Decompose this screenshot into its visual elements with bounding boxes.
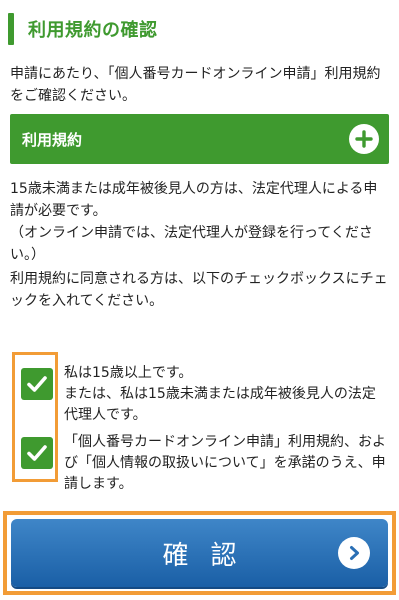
heading-accent-bar [8, 13, 14, 45]
confirm-button[interactable]: 確認 [11, 519, 388, 587]
section-heading: 利用規約の確認 [8, 13, 158, 45]
notice-text: 15歳未満または成年被後見人の方は、法定代理人による申請が必要です。 （オンライ… [10, 178, 389, 266]
plus-icon[interactable] [349, 124, 379, 154]
instruction-text: 利用規約に同意される方は、以下のチェックボックスにチェックを入れてください。 [10, 271, 388, 309]
age-confirm-label: 私は15歳以上です。 または、私は15歳未満または成年被後見人の法定代理人です。 [64, 363, 389, 426]
terms-agree-checkbox[interactable] [21, 437, 53, 469]
checkmark-icon [27, 376, 47, 392]
age-confirm-line-2: または、私は15歳未満または成年被後見人の法定代理人です。 [64, 386, 376, 423]
chevron-right-circle-icon [338, 537, 370, 569]
page-title: 利用規約の確認 [28, 20, 158, 41]
terms-agree-label: 「個人番号カードオンライン申請」利用規約、および「個人情報の取扱いについて」を承… [64, 434, 386, 492]
notice-line-2: （オンライン申請では、法定代理人が登録を行ってください。） [10, 225, 373, 263]
confirm-button-label: 確認 [162, 540, 259, 571]
intro-text: 申請にあたり、「個人番号カードオンライン申請」利用規約をご確認ください。 [10, 66, 381, 104]
age-confirm-checkbox[interactable] [21, 368, 53, 400]
terms-accordion-label: 利用規約 [22, 130, 83, 149]
checkmark-icon [27, 445, 47, 461]
age-confirm-line-1: 私は15歳以上です。 [64, 365, 193, 381]
terms-accordion[interactable]: 利用規約 [10, 114, 389, 164]
notice-line-1: 15歳未満または成年被後見人の方は、法定代理人による申請が必要です。 [10, 181, 378, 219]
